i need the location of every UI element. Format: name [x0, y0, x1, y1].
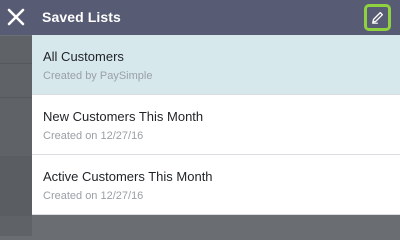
list-item[interactable]: New Customers This Month Created on 12/2…: [32, 95, 400, 155]
list-item-title: New Customers This Month: [43, 109, 204, 124]
list-item[interactable]: Active Customers This Month Created on 1…: [32, 155, 400, 215]
close-icon: [7, 8, 25, 26]
list-item[interactable]: All Customers Created by PaySimple: [32, 35, 400, 95]
list-item-subtitle: Created by PaySimple: [43, 70, 153, 82]
list-item-subtitle: Created on 12/27/16: [43, 130, 144, 142]
edit-lists-button[interactable]: [364, 4, 391, 31]
pencil-icon: [371, 11, 384, 24]
close-button[interactable]: [6, 7, 26, 27]
list-item-subtitle: Created on 12/27/16: [43, 190, 144, 202]
dimmed-divider: [0, 97, 32, 98]
saved-lists-panel: All Customers Created by PaySimple New C…: [32, 35, 400, 215]
list-item-title: Active Customers This Month: [43, 169, 213, 184]
page-title: Saved Lists: [42, 9, 121, 25]
dimmed-page-block: [0, 156, 32, 216]
saved-lists-header: Saved Lists: [0, 0, 400, 35]
dimmed-divider: [0, 63, 32, 64]
list-item-title: All Customers: [43, 49, 124, 64]
